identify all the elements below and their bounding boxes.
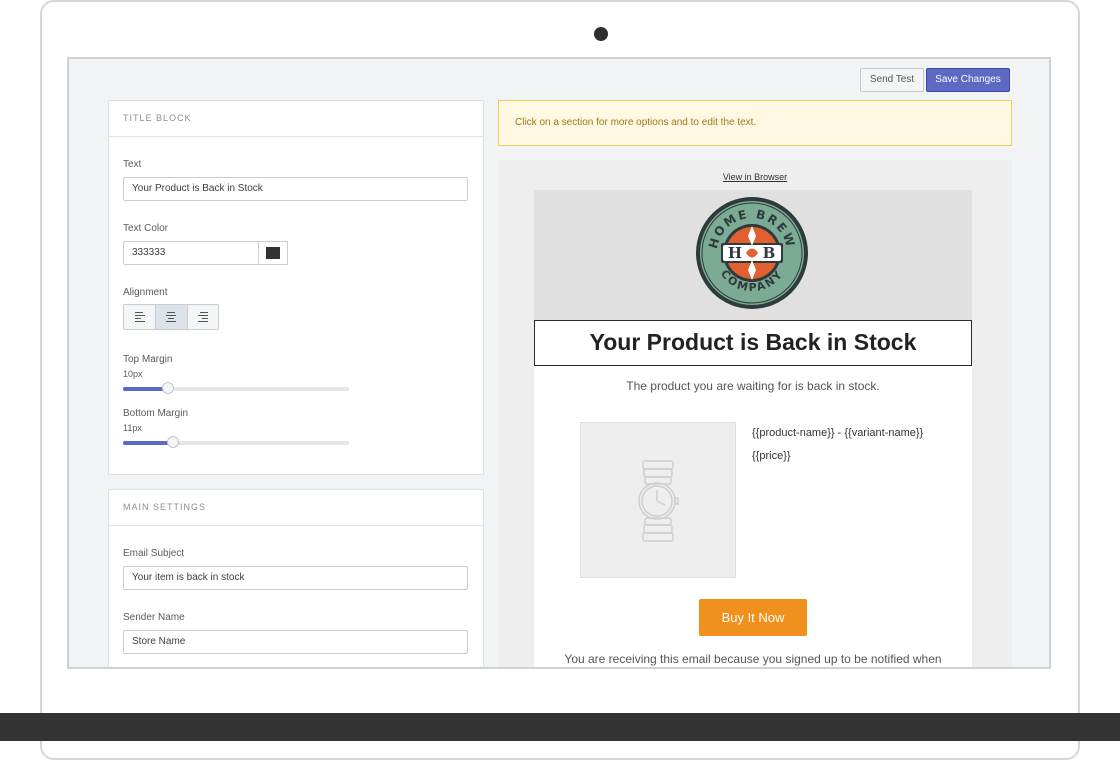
logo-section[interactable]: HOME BREW COMPANY H B — [534, 190, 972, 321]
product-price[interactable]: {{price}} — [752, 450, 791, 462]
text-color-input[interactable]: 333333 — [123, 241, 259, 265]
product-name[interactable]: {{product-name}} - {{variant-name}} — [752, 427, 923, 439]
info-notice: Click on a section for more options and … — [498, 100, 1012, 146]
title-block-panel: TITLE BLOCK Text Your Product is Back in… — [108, 100, 484, 475]
top-margin-label: Top Margin — [123, 354, 173, 365]
svg-text:H: H — [728, 244, 742, 262]
bottom-margin-value: 11px — [123, 423, 142, 433]
text-label: Text — [123, 159, 142, 170]
align-right-button[interactable] — [186, 305, 218, 329]
sender-name-input[interactable]: Store Name — [123, 630, 468, 654]
home-brew-company-logo: HOME BREW COMPANY H B — [696, 197, 808, 309]
app-screen: Send Test Save Changes TITLE BLOCK Text … — [67, 57, 1051, 669]
save-changes-button[interactable]: Save Changes — [926, 68, 1010, 92]
top-margin-slider[interactable] — [123, 382, 349, 394]
top-margin-value: 10px — [123, 369, 143, 379]
align-left-icon — [134, 312, 145, 322]
email-preview: View in Browser HOME BREW COMPANY H B Yo… — [498, 160, 1012, 667]
watch-icon — [638, 460, 679, 542]
color-swatch-button[interactable] — [258, 241, 288, 265]
email-footer-text[interactable]: You are receiving this email because you… — [534, 652, 972, 666]
slider-handle[interactable] — [162, 382, 175, 394]
send-test-button[interactable]: Send Test — [860, 68, 924, 92]
laptop-base — [0, 713, 1120, 741]
email-body: HOME BREW COMPANY H B Your Product is Ba… — [534, 190, 972, 667]
email-subtitle[interactable]: The product you are waiting for is back … — [534, 379, 972, 393]
bottom-margin-slider[interactable] — [123, 436, 349, 448]
alignment-toggle-group — [123, 304, 219, 330]
sender-name-label: Sender Name — [123, 612, 185, 623]
panel-heading: MAIN SETTINGS — [123, 502, 207, 512]
color-swatch — [266, 247, 280, 259]
title-text-input[interactable]: Your Product is Back in Stock — [123, 177, 468, 201]
alignment-label: Alignment — [123, 287, 168, 298]
align-right-icon — [197, 312, 208, 322]
bottom-margin-label: Bottom Margin — [123, 408, 189, 419]
main-settings-panel: MAIN SETTINGS Email Subject Your item is… — [108, 489, 484, 667]
email-subject-label: Email Subject — [123, 548, 185, 559]
align-left-button[interactable] — [124, 305, 156, 329]
divider — [109, 136, 483, 137]
align-center-button[interactable] — [155, 305, 187, 329]
email-title-block[interactable]: Your Product is Back in Stock — [534, 320, 972, 366]
svg-text:B: B — [763, 244, 776, 262]
slider-handle[interactable] — [166, 436, 179, 448]
email-subject-input[interactable]: Your item is back in stock — [123, 566, 468, 590]
view-in-browser-link[interactable]: View in Browser — [498, 172, 1012, 182]
align-center-icon — [166, 312, 177, 322]
buy-it-now-button[interactable]: Buy It Now — [699, 599, 807, 636]
panel-heading: TITLE BLOCK — [123, 113, 192, 123]
slider-fill — [123, 441, 173, 445]
divider — [109, 525, 483, 526]
camera-dot — [594, 27, 608, 41]
product-image-placeholder[interactable] — [580, 422, 736, 578]
text-color-label: Text Color — [123, 223, 169, 234]
